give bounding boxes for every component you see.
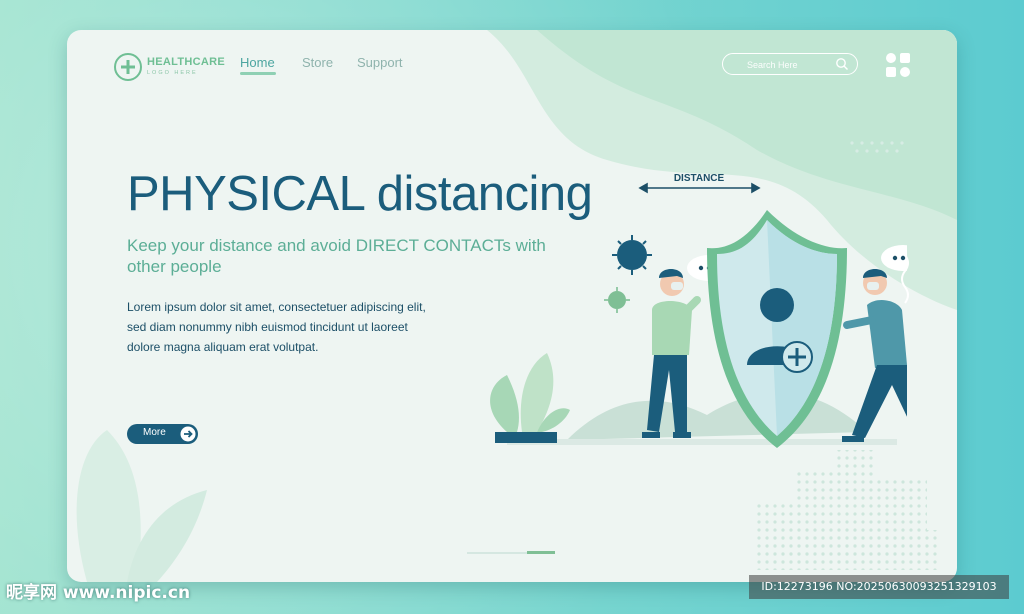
arrow-right-icon	[180, 426, 196, 442]
nav-item-home[interactable]: Home	[240, 55, 275, 70]
pushing-person	[842, 269, 907, 442]
nav-item-support[interactable]: Support	[357, 55, 403, 70]
potted-plant	[490, 353, 570, 443]
watermark-id: ID:12273196 NO:20250630093251329103	[749, 575, 1009, 599]
grid-menu-icon[interactable]	[885, 52, 911, 78]
nav-item-store[interactable]: Store	[302, 55, 333, 70]
top-navigation: HEALTHCARE LOGO HERE Home Store Support	[67, 30, 957, 100]
watermark-logo: 昵享网 www.nipic.cn	[6, 583, 191, 603]
search-input[interactable]	[745, 56, 829, 74]
brand-tagline: LOGO HERE	[147, 70, 198, 76]
search-box	[722, 53, 858, 75]
search-icon[interactable]	[835, 57, 849, 71]
more-button[interactable]: More	[127, 424, 198, 444]
slide-pager	[467, 551, 555, 554]
more-button-label: More	[143, 427, 166, 438]
distancing-illustration	[490, 182, 907, 448]
hero-body-text: Lorem ipsum dolor sit amet, consectetuer…	[127, 300, 426, 354]
nav-active-underline	[240, 72, 276, 75]
distance-arrow	[638, 182, 761, 194]
plus-cross-icon	[114, 53, 142, 81]
virus-icon	[604, 235, 652, 313]
landing-page-card: HEALTHCARE LOGO HERE Home Store Support …	[67, 30, 957, 582]
title-part-physical: PHYSICAL	[127, 167, 364, 221]
brand-name: HEALTHCARE	[147, 56, 225, 68]
